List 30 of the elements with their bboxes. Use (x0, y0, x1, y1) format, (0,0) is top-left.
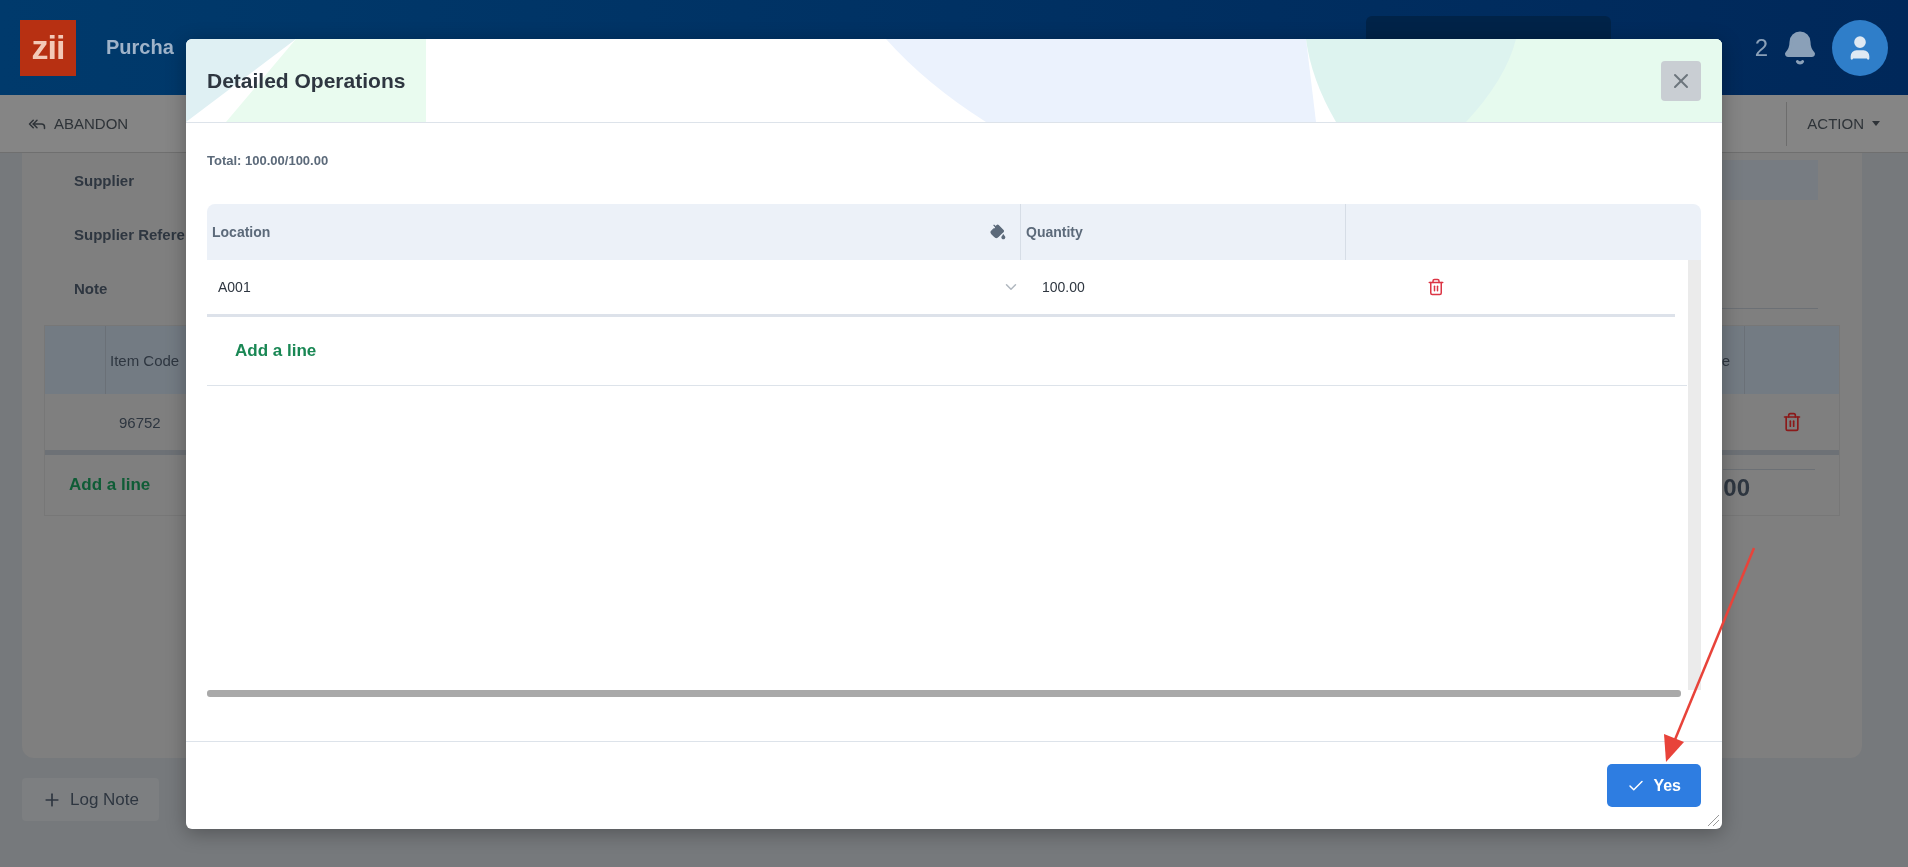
confirm-button[interactable]: Yes (1607, 764, 1701, 807)
scrollbar[interactable] (207, 690, 1681, 697)
scrollbar[interactable] (1688, 260, 1701, 690)
log-note-button[interactable]: Log Note (22, 778, 159, 821)
location-select[interactable]: A001 (207, 267, 1020, 307)
logo[interactable]: zii (20, 19, 76, 76)
column-header: e (1721, 351, 1730, 369)
field-label: Supplier (74, 171, 134, 189)
abandon-button[interactable]: ABANDON (28, 114, 129, 133)
column-header: Item Code (110, 351, 180, 369)
dialog-title: Detailed Operations (207, 68, 406, 93)
add-line-link[interactable]: Add a line (235, 341, 317, 361)
notification-count: 2 (1754, 33, 1768, 62)
quantity-cell[interactable]: 100.00 (1020, 279, 1345, 295)
app-title: Purcha (106, 36, 174, 59)
resize-grip-icon[interactable] (1706, 813, 1720, 827)
column-header: Location (212, 224, 271, 240)
total-summary: Total: 100.00/100.00 (207, 153, 330, 168)
field-label: Supplier Refere (74, 225, 185, 243)
caret-icon (1872, 121, 1880, 126)
total-amount: 00 (1723, 473, 1750, 501)
action-button[interactable]: ACTION (1786, 101, 1880, 146)
bell-icon[interactable] (1782, 29, 1818, 66)
column-header: Quantity (1026, 224, 1083, 240)
field-label: Note (74, 279, 108, 297)
delete-icon[interactable] (1427, 278, 1445, 296)
paint-bucket-icon[interactable] (990, 224, 1006, 240)
delete-icon[interactable] (1781, 412, 1802, 432)
close-button[interactable] (1661, 60, 1701, 101)
table-cell: 96752 (119, 413, 161, 431)
